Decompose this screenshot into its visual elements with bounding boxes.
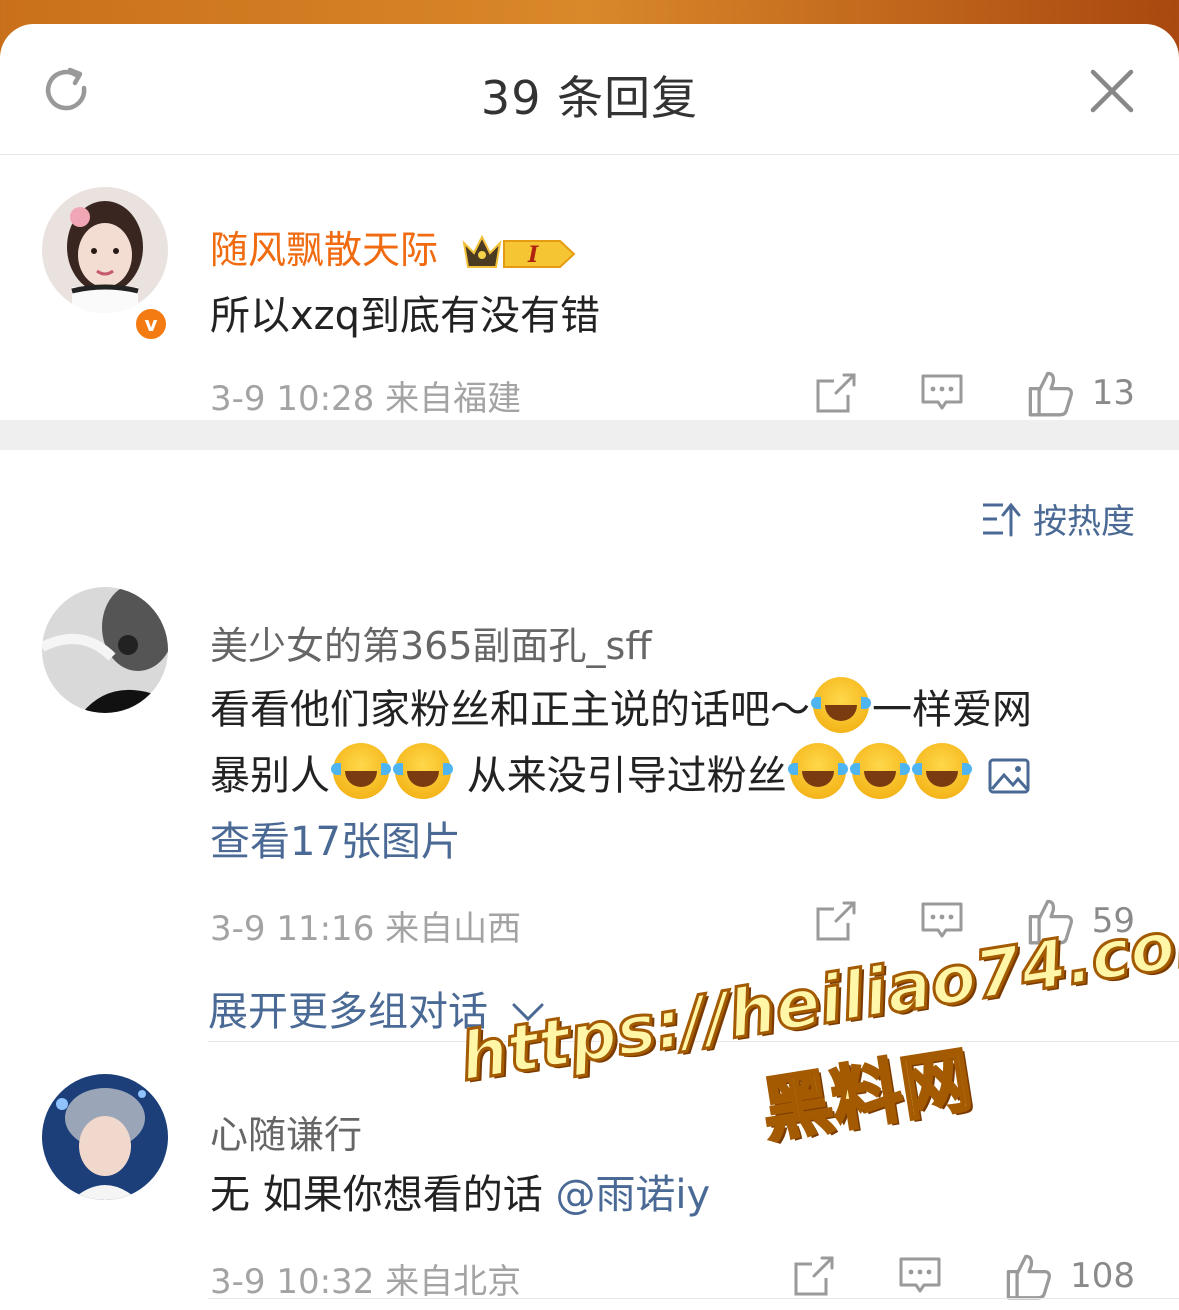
svg-text:I: I	[527, 242, 539, 268]
share-icon[interactable]	[814, 899, 858, 943]
replies-sheet: 39 条回复 v 随风飘散天际 I 所以xzq到底有没有错 3-9 10:28 …	[0, 24, 1179, 1310]
comment-text-line2: 暴别人 从来没引导过粉丝	[210, 743, 1031, 809]
image-icon	[988, 758, 1030, 794]
laugh-cry-emoji-icon	[849, 743, 910, 799]
comment-actions: 108	[792, 1252, 1135, 1300]
comment-text: 看看他们家粉丝和正主说的话吧～ 一样爱网	[210, 677, 1032, 743]
reply-separator	[208, 1298, 1179, 1299]
comment-username[interactable]: 心随谦行	[210, 1104, 362, 1159]
avatar[interactable]	[42, 587, 168, 713]
share-icon[interactable]	[814, 371, 858, 415]
like-count: 59	[1091, 901, 1135, 941]
chevron-down-icon	[512, 1003, 544, 1022]
avatar[interactable]	[42, 187, 168, 313]
expand-conversation-button[interactable]: 展开更多组对话	[208, 979, 545, 1037]
vip-crown-icon: I	[460, 231, 578, 275]
close-icon[interactable]	[1089, 68, 1135, 114]
comment-text: 所以xzq到底有没有错	[210, 293, 601, 339]
comment-icon[interactable]	[898, 1254, 942, 1298]
comment-username[interactable]: 随风飘散天际 I	[210, 219, 578, 275]
comment-icon[interactable]	[920, 899, 964, 943]
page-title: 39 条回复	[480, 71, 699, 125]
comment-actions: 59	[814, 897, 1135, 945]
sort-label: 按热度	[1033, 502, 1135, 542]
share-icon[interactable]	[792, 1254, 836, 1298]
like-icon[interactable]	[1026, 369, 1074, 417]
like-count: 13	[1091, 373, 1135, 413]
comment-icon[interactable]	[920, 371, 964, 415]
comment-username[interactable]: 美少女的第365副面孔_sff	[210, 615, 652, 670]
like-icon[interactable]	[1026, 897, 1074, 945]
sort-icon	[983, 502, 1021, 536]
comment-text: 无 如果你想看的话 @雨诺iy	[210, 1172, 711, 1218]
comment-meta: 3-9 10:32 来自北京	[210, 1262, 522, 1302]
reply-item: 心随谦行 无 如果你想看的话 @雨诺iy 3-9 10:32 来自北京 108	[0, 1064, 1179, 1310]
view-images-link[interactable]: 查看17张图片	[210, 809, 461, 875]
sheet-header: 39 条回复	[0, 24, 1179, 155]
laugh-cry-emoji-icon	[911, 743, 972, 799]
verified-badge-icon: v	[132, 305, 170, 343]
main-comment: v 随风飘散天际 I 所以xzq到底有没有错 3-9 10:28 来自福建 13	[0, 155, 1179, 420]
sort-toggle[interactable]: 按热度	[981, 494, 1135, 543]
laugh-cry-emoji-icon	[331, 743, 391, 799]
laugh-cry-emoji-icon	[787, 743, 848, 799]
like-count: 108	[1070, 1256, 1135, 1296]
comment-meta: 3-9 11:16 来自山西	[210, 909, 522, 949]
comment-meta: 3-9 10:28 来自福建	[210, 379, 522, 419]
reply-item: 美少女的第365副面孔_sff 看看他们家粉丝和正主说的话吧～ 一样爱网 暴别人 …	[0, 579, 1179, 1039]
section-divider	[0, 420, 1179, 450]
mention-link[interactable]: @雨诺iy	[555, 1172, 710, 1218]
laugh-cry-emoji-icon	[811, 677, 871, 733]
avatar[interactable]	[42, 1074, 168, 1200]
comment-actions: 13	[814, 369, 1135, 417]
like-icon[interactable]	[1004, 1252, 1052, 1300]
reply-separator	[208, 1041, 1179, 1042]
laugh-cry-emoji-icon	[393, 743, 453, 799]
